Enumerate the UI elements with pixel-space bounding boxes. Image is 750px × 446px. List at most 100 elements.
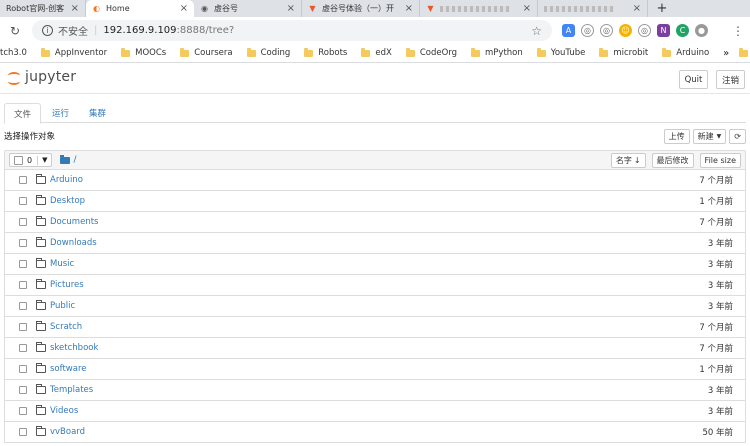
table-row[interactable]: Music 3 年前	[4, 254, 746, 275]
bookmarks-overflow-icon[interactable]: »	[723, 48, 729, 59]
table-row[interactable]: Arduino 7 个月前	[4, 170, 746, 191]
new-tab-button[interactable]: +	[652, 0, 672, 17]
row-checkbox[interactable]	[19, 197, 27, 205]
folder-link[interactable]: Music	[50, 259, 74, 269]
tab-running[interactable]: 运行	[43, 103, 78, 123]
sort-name-button[interactable]: 名字 ↓	[610, 152, 646, 168]
row-checkbox[interactable]	[19, 344, 27, 352]
caret-down-icon[interactable]: ▼	[38, 156, 51, 164]
folder-link[interactable]: Desktop	[50, 196, 85, 206]
browser-tab-active[interactable]: ◐ Home ×	[86, 0, 194, 17]
close-icon[interactable]: ×	[180, 3, 188, 14]
bookmark-item[interactable]: Coding	[246, 47, 290, 58]
row-checkbox[interactable]	[19, 239, 27, 247]
sort-size-button[interactable]: File size	[699, 152, 741, 168]
close-icon[interactable]: ×	[71, 3, 79, 14]
row-checkbox[interactable]	[19, 176, 27, 184]
row-checkbox[interactable]	[19, 302, 27, 310]
refresh-extension-icon[interactable]: C	[676, 24, 689, 37]
folder-link[interactable]: Downloads	[50, 238, 97, 248]
profile-avatar-icon[interactable]: ●	[695, 24, 708, 37]
extension-icon[interactable]: ◎	[638, 24, 651, 37]
folder-link[interactable]: Documents	[50, 217, 98, 227]
folder-link[interactable]: Pictures	[50, 280, 84, 290]
table-row[interactable]: Pictures 3 年前	[4, 275, 746, 296]
emoji-icon[interactable]: ☺	[619, 24, 632, 37]
extension-icon[interactable]: ◎	[600, 24, 613, 37]
breadcrumb[interactable]: /	[60, 154, 77, 165]
upload-button[interactable]: 上传	[663, 128, 690, 144]
bookmark-item[interactable]: CodeOrg	[405, 47, 457, 58]
bookmark-item[interactable]: Robots	[304, 47, 347, 58]
tab-clusters[interactable]: 集群	[80, 103, 115, 123]
folder-link[interactable]: Arduino	[50, 175, 83, 185]
row-checkbox[interactable]	[19, 260, 27, 268]
table-row[interactable]: sketchbook 7 个月前	[4, 338, 746, 359]
bookmark-item[interactable]: microbit	[599, 47, 648, 58]
bookmark-item[interactable]: Coursera	[180, 47, 233, 58]
folder-link[interactable]: Videos	[50, 406, 78, 416]
breadcrumb-root[interactable]: /	[73, 155, 76, 165]
other-bookmarks[interactable]	[739, 47, 750, 57]
bookmark-item[interactable]: AppInventor	[40, 47, 107, 58]
close-icon[interactable]: ×	[633, 3, 641, 14]
folder-link[interactable]: sketchbook	[50, 343, 98, 353]
bookmark-item[interactable]: MOOCs	[121, 47, 166, 58]
quit-button[interactable]: Quit	[679, 70, 708, 89]
browser-tab[interactable]: ▼ 虚谷号体验（一）开 ×	[302, 0, 420, 17]
folder-icon	[536, 47, 546, 57]
folder-link[interactable]: Templates	[50, 385, 93, 395]
reload-icon[interactable]: ↻	[6, 24, 24, 38]
logout-button[interactable]: 注销	[716, 70, 745, 89]
bookmark-item[interactable]: Arduino	[662, 47, 709, 58]
browser-tab[interactable]: ◉ 虚谷号 ×	[194, 0, 302, 17]
folder-link[interactable]: software	[50, 364, 87, 374]
row-checkbox[interactable]	[19, 281, 27, 289]
row-checkbox[interactable]	[19, 323, 27, 331]
row-checkbox[interactable]	[19, 365, 27, 373]
close-icon[interactable]: ×	[523, 3, 531, 14]
table-row[interactable]: Public 3 年前	[4, 296, 746, 317]
modified-time: 3 年前	[707, 281, 733, 291]
table-row[interactable]: vvBoard 50 年前	[4, 422, 746, 443]
table-row[interactable]: software 1 个月前	[4, 359, 746, 380]
close-icon[interactable]: ×	[287, 3, 295, 14]
bookmark-item[interactable]: YouTube	[536, 47, 585, 58]
bookmark-item[interactable]: edX	[361, 47, 392, 58]
caret-down-icon: ▼	[716, 132, 722, 140]
extension-icon[interactable]: ◎	[581, 24, 594, 37]
onenote-icon[interactable]: N	[657, 24, 670, 37]
table-row[interactable]: Desktop 1 个月前	[4, 191, 746, 212]
folder-link[interactable]: Public	[50, 301, 75, 311]
globe-icon: ◉	[201, 4, 208, 13]
row-checkbox[interactable]	[19, 407, 27, 415]
jupyter-logo[interactable]: jupyter	[7, 69, 76, 85]
url-input[interactable]: i 不安全 | 192.169.9.109 :8888/tree? ☆	[32, 20, 552, 41]
info-icon[interactable]: i	[42, 25, 53, 36]
new-dropdown-button[interactable]: 新建 ▼	[692, 128, 727, 144]
table-row[interactable]: Documents 7 个月前	[4, 212, 746, 233]
bookmark-item[interactable]: mPython	[471, 47, 523, 58]
bookmark-item[interactable]: tch3.0	[0, 48, 27, 58]
row-checkbox[interactable]	[19, 428, 27, 436]
refresh-button[interactable]: ⟳	[729, 128, 746, 144]
select-all-group[interactable]: 0 ▼	[9, 153, 53, 167]
row-checkbox[interactable]	[19, 386, 27, 394]
browser-tab[interactable]: ×	[538, 0, 648, 17]
select-all-checkbox[interactable]	[14, 155, 23, 165]
browser-tab[interactable]: ▼ ×	[420, 0, 538, 17]
menu-icon[interactable]: ⋮	[732, 24, 744, 38]
table-row[interactable]: Templates 3 年前	[4, 380, 746, 401]
folder-link[interactable]: vvBoard	[50, 427, 85, 437]
table-row[interactable]: Videos 3 年前	[4, 401, 746, 422]
bookmark-star-icon[interactable]: ☆	[531, 24, 542, 38]
translate-icon[interactable]: A	[562, 24, 575, 37]
folder-link[interactable]: Scratch	[50, 322, 82, 332]
tab-files[interactable]: 文件	[4, 103, 42, 124]
sort-modified-button[interactable]: 最后修改	[651, 152, 694, 168]
table-row[interactable]: Downloads 3 年前	[4, 233, 746, 254]
row-checkbox[interactable]	[19, 218, 27, 226]
table-row[interactable]: Scratch 7 个月前	[4, 317, 746, 338]
close-icon[interactable]: ×	[405, 3, 413, 14]
browser-tab[interactable]: Robot官网-创客 ×	[0, 0, 86, 17]
